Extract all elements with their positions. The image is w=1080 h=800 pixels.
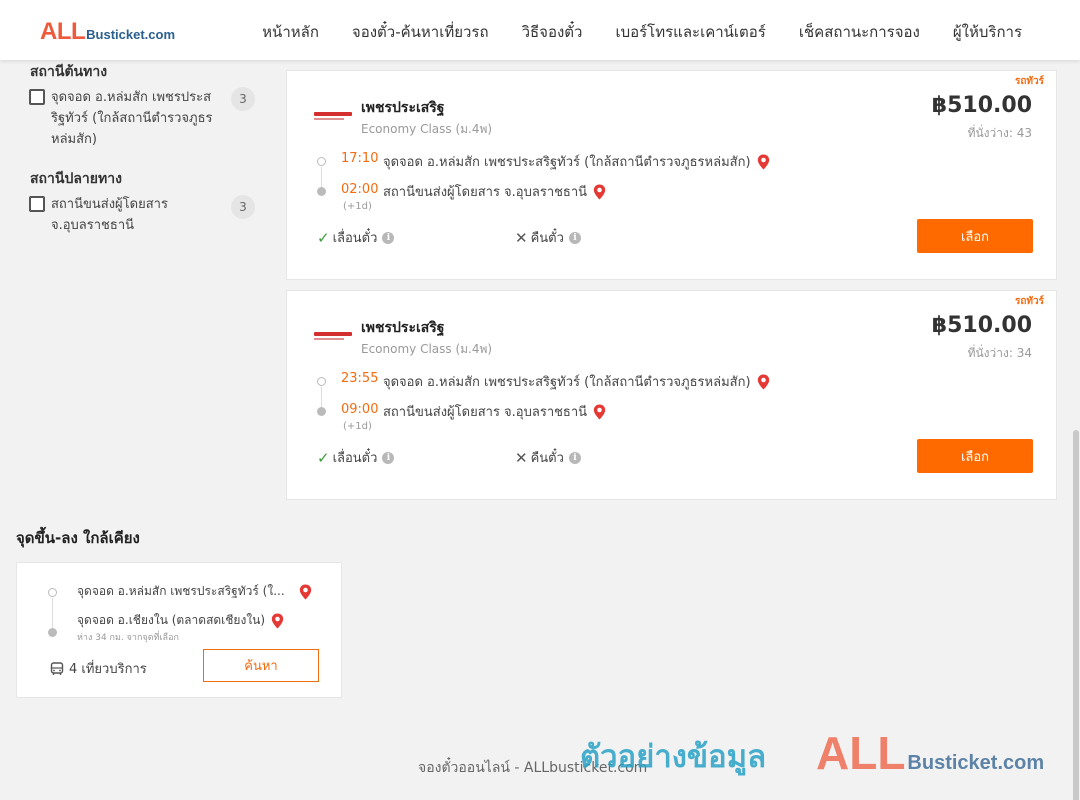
day-offset: (+1d) — [343, 201, 372, 212]
bus-type-tag: รถทัวร์ — [1014, 296, 1044, 307]
depart-time: 23:55 — [341, 371, 379, 386]
destination-filter-title: สถานีปลายทาง — [30, 171, 122, 187]
site-logo[interactable]: ALL Busticket.com — [40, 18, 175, 46]
seat-class: Economy Class (ม.4พ) — [361, 342, 493, 356]
timeline-line — [52, 598, 53, 628]
nearby-route-card: จุดจอด อ.หล่มสัก เพชรประสริฐทัวร์ (ใ... … — [16, 562, 342, 698]
depart-stop: จุดจอด อ.หล่มสัก เพชรประสริฐทัวร์ (ใกล้ส… — [383, 371, 770, 392]
map-pin-icon[interactable] — [271, 613, 284, 629]
trip-card: รถทัวร์ เพชรประเสริฐ Economy Class (ม.4พ… — [286, 290, 1057, 500]
watermark-logo-rest: Busticket.com — [907, 752, 1045, 774]
sample-data-watermark: ตัวอย่างข้อมูล — [580, 739, 767, 775]
timeline-end-dot — [317, 187, 326, 196]
nearby-to-label: จุดจอด อ.เชียงใน (ตลาดสดเชียงใน) — [77, 613, 266, 627]
check-icon: ✓ — [317, 228, 330, 247]
destination-filter-option[interactable]: สถานีขนส่งผู้โดยสาร จ.อุบลราชธานี — [29, 194, 201, 236]
origin-checkbox[interactable] — [29, 89, 45, 105]
timeline-start-dot — [317, 157, 326, 166]
reschedule-label: เลื่อนตั๋ว — [332, 451, 378, 466]
nearby-search-button[interactable]: ค้นหา — [203, 649, 319, 682]
arrive-time: 09:00 — [341, 402, 379, 417]
nearby-trip-count-label: 4 เที่ยวบริการ — [69, 662, 147, 677]
operator-name: เพชรประเสริฐ — [361, 320, 445, 336]
info-icon[interactable]: i — [382, 451, 395, 464]
map-pin-icon[interactable] — [593, 184, 606, 200]
operator-logo — [314, 112, 352, 120]
cross-icon: ✕ — [515, 448, 528, 467]
destination-option-label: สถานีขนส่งผู้โดยสาร จ.อุบลราชธานี — [51, 197, 168, 233]
timeline-line — [321, 387, 322, 407]
select-trip-button[interactable]: เลือก — [917, 439, 1033, 473]
top-header: ALL Busticket.com หน้าหลัก จองตั๋ว-ค้นหา… — [0, 0, 1080, 60]
nav-how-to-book[interactable]: วิธีจองตั๋ว — [522, 20, 583, 44]
arrive-time: 02:00 — [341, 182, 379, 197]
nearby-to-stop: จุดจอด อ.เชียงใน (ตลาดสดเชียงใน) — [77, 611, 284, 630]
refund-label: คืนตั๋ว — [530, 451, 564, 466]
ticket-price: ฿510.00 — [931, 93, 1032, 118]
logo-all-text: ALL — [40, 18, 86, 45]
depart-stop-label: จุดจอด อ.หล่มสัก เพชรประสริฐทัวร์ (ใกล้ส… — [383, 375, 751, 390]
select-trip-button[interactable]: เลือก — [917, 219, 1033, 253]
timeline-start-dot — [317, 377, 326, 386]
destination-count-badge: 3 — [231, 195, 255, 219]
page-scrollbar[interactable] — [1072, 60, 1080, 800]
operator-name: เพชรประเสริฐ — [361, 100, 445, 116]
main-nav: หน้าหลัก จองตั๋ว-ค้นหาเที่ยวรถ วิธีจองตั… — [262, 20, 1022, 44]
arrive-stop-label: สถานีขนส่งผู้โดยสาร จ.อุบลราชธานี — [383, 405, 588, 420]
seats-available: ที่นั่งว่าง: 43 — [967, 126, 1032, 140]
nearby-trip-count: 4 เที่ยวบริการ — [50, 658, 147, 679]
origin-count-badge: 3 — [231, 87, 255, 111]
operator-logo — [314, 332, 352, 340]
timeline-end-dot — [317, 407, 326, 416]
ticket-price: ฿510.00 — [931, 313, 1032, 338]
bus-type-tag: รถทัวร์ — [1014, 76, 1044, 87]
nearby-distance: ห่าง 34 กม. จากจุดที่เลือก — [77, 633, 179, 643]
nav-book-search[interactable]: จองตั๋ว-ค้นหาเที่ยวรถ — [352, 20, 489, 44]
reschedule-label: เลื่อนตั๋ว — [332, 231, 378, 246]
watermark-logo-all: ALL — [816, 727, 906, 779]
depart-stop: จุดจอด อ.หล่มสัก เพชรประสริฐทัวร์ (ใกล้ส… — [383, 151, 770, 172]
seat-class: Economy Class (ม.4พ) — [361, 122, 493, 136]
seats-available: ที่นั่งว่าง: 34 — [967, 346, 1032, 360]
nearby-from-stop: จุดจอด อ.หล่มสัก เพชรประสริฐทัวร์ (ใ... — [77, 582, 312, 601]
reschedule-feature: ✓ เลื่อนตั๋ว i — [317, 447, 395, 468]
info-icon[interactable]: i — [382, 231, 395, 244]
map-pin-icon[interactable] — [299, 584, 312, 600]
bus-icon — [50, 661, 64, 675]
nearby-from-label: จุดจอด อ.หล่มสัก เพชรประสริฐทัวร์ (ใ... — [77, 584, 285, 598]
depart-time: 17:10 — [341, 151, 379, 166]
map-pin-icon[interactable] — [757, 374, 770, 390]
map-pin-icon[interactable] — [757, 154, 770, 170]
day-offset: (+1d) — [343, 421, 372, 432]
info-icon[interactable]: i — [568, 231, 581, 244]
destination-checkbox[interactable] — [29, 196, 45, 212]
map-pin-icon[interactable] — [593, 404, 606, 420]
nav-home[interactable]: หน้าหลัก — [262, 20, 319, 44]
scrollbar-thumb[interactable] — [1073, 430, 1079, 800]
origin-option-label: จุดจอด อ.หล่มสัก เพชรประสริฐทัวร์ (ใกล้ส… — [51, 90, 213, 147]
timeline-start-dot — [48, 588, 57, 597]
refund-label: คืนตั๋ว — [530, 231, 564, 246]
depart-stop-label: จุดจอด อ.หล่มสัก เพชรประสริฐทัวร์ (ใกล้ส… — [383, 155, 751, 170]
origin-filter-option[interactable]: จุดจอด อ.หล่มสัก เพชรประสริฐทัวร์ (ใกล้ส… — [29, 87, 221, 150]
nav-check-booking[interactable]: เช็คสถานะการจอง — [799, 20, 920, 44]
watermark-logo: ALL Busticket.com — [816, 726, 1044, 780]
check-icon: ✓ — [317, 448, 330, 467]
timeline-end-dot — [48, 628, 57, 637]
arrive-stop: สถานีขนส่งผู้โดยสาร จ.อุบลราชธานี — [383, 401, 606, 422]
timeline-line — [321, 167, 322, 187]
refund-feature: ✕ คืนตั๋ว i — [515, 447, 581, 468]
cross-icon: ✕ — [515, 228, 528, 247]
arrive-stop-label: สถานีขนส่งผู้โดยสาร จ.อุบลราชธานี — [383, 185, 588, 200]
reschedule-feature: ✓ เลื่อนตั๋ว i — [317, 227, 395, 248]
arrive-stop: สถานีขนส่งผู้โดยสาร จ.อุบลราชธานี — [383, 181, 606, 202]
info-icon[interactable]: i — [568, 451, 581, 464]
nav-operators[interactable]: ผู้ให้บริการ — [953, 20, 1022, 44]
logo-busticket-text: Busticket.com — [86, 27, 176, 42]
origin-filter-title: สถานีต้นทาง — [30, 64, 108, 80]
trip-card: รถทัวร์ เพชรประเสริฐ Economy Class (ม.4พ… — [286, 70, 1057, 280]
nav-phone-counters[interactable]: เบอร์โทรและเคาน์เตอร์ — [615, 20, 765, 44]
nearby-section-title: จุดขึ้น-ลง ใกล้เคียง — [16, 529, 140, 547]
refund-feature: ✕ คืนตั๋ว i — [515, 227, 581, 248]
